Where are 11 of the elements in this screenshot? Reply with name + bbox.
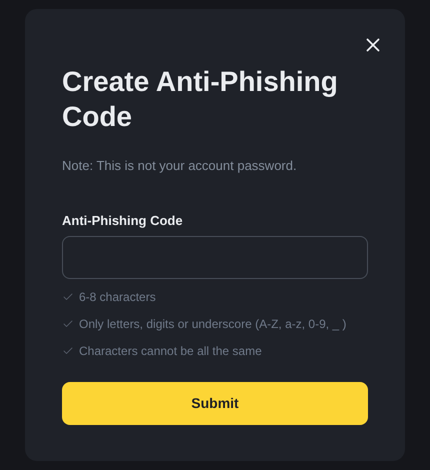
- note-text: Note: This is not your account password.: [62, 157, 298, 175]
- rule-text: 6-8 characters: [79, 289, 156, 306]
- submit-button[interactable]: Submit: [62, 382, 368, 425]
- field-label: Anti-Phishing Code: [62, 212, 184, 230]
- rule-text: Characters cannot be all the same: [79, 343, 262, 360]
- dialog-title: Create Anti-Phishing Code: [62, 65, 339, 134]
- check-icon: [62, 291, 74, 303]
- rule-text: Only letters, digits or underscore (A-Z, a-z, 0-9, _ ): [79, 316, 346, 333]
- check-icon: [62, 345, 74, 357]
- check-icon: [62, 318, 74, 330]
- input-field[interactable]: [62, 236, 368, 279]
